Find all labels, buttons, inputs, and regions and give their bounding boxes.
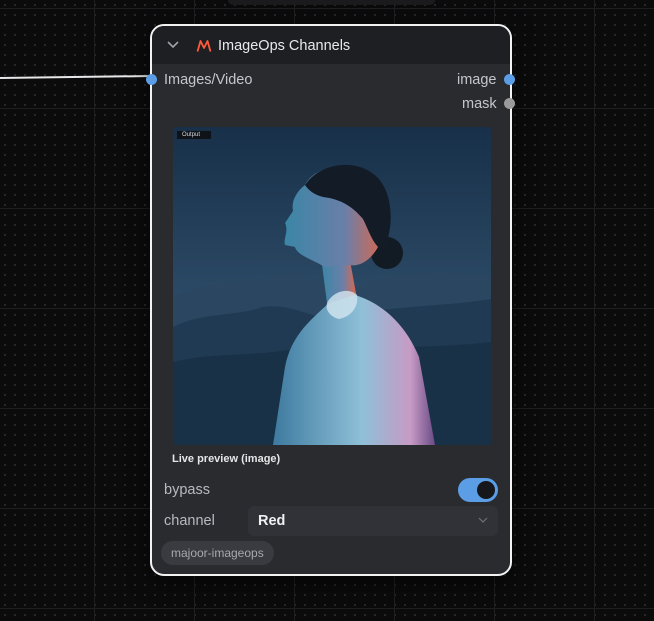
channel-select[interactable]: Red: [248, 506, 498, 536]
input-slot-images-video: Images/Video: [164, 72, 253, 88]
preview-output-tag: Output: [177, 131, 211, 139]
bypass-label: bypass: [164, 482, 210, 498]
input-link-wire: [0, 75, 152, 79]
input-slot-dot[interactable]: [146, 74, 157, 85]
imageops-logo-icon: [196, 40, 212, 52]
bypass-toggle[interactable]: [458, 478, 498, 502]
output-slot-mask: mask: [462, 96, 497, 112]
channel-label: channel: [164, 513, 215, 529]
canvas-top-toolbar: [228, 0, 435, 5]
toggle-knob: [477, 481, 495, 499]
output-slot-dot-image[interactable]: [504, 74, 515, 85]
chevron-down-icon[interactable]: [167, 41, 179, 49]
output-slot-dot-mask[interactable]: [504, 98, 515, 109]
output-slot-image: image: [457, 72, 497, 88]
imageops-channels-node[interactable]: ImageOps Channels Images/Video image mas…: [146, 24, 515, 576]
node-title: ImageOps Channels: [218, 38, 351, 54]
preview-caption: Live preview (image): [172, 453, 281, 465]
node-header[interactable]: ImageOps Channels: [152, 26, 510, 64]
portrait-preview: [173, 127, 491, 445]
node-source-badge: majoor-imageops: [161, 541, 274, 565]
channel-select-value: Red: [258, 513, 286, 529]
live-preview-image: Output: [173, 127, 491, 445]
chevron-down-icon: [478, 517, 488, 523]
